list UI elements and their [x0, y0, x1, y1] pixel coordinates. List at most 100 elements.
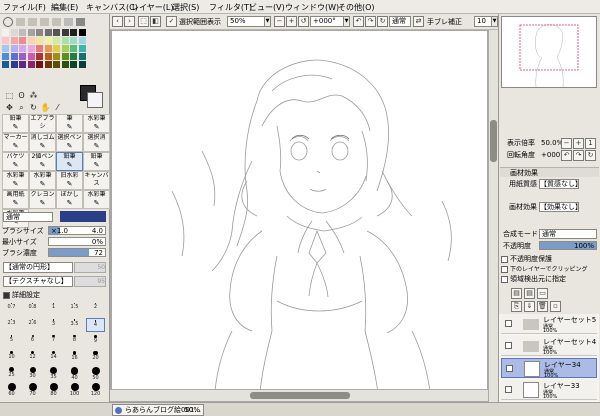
- color-swatch[interactable]: [61, 53, 69, 60]
- brush-tool-1[interactable]: エアブラシ✎: [29, 114, 56, 133]
- chevron-down-icon[interactable]: ▼: [264, 16, 271, 27]
- chevron-down-icon[interactable]: ▼: [343, 16, 350, 27]
- color-swatch[interactable]: [70, 37, 77, 44]
- navigator-preview[interactable]: [501, 16, 597, 88]
- color-swatch[interactable]: [44, 37, 52, 44]
- brush-size-preset[interactable]: 14: [44, 350, 63, 364]
- menu-layer[interactable]: レイヤー(L): [131, 2, 173, 13]
- scroll-thumb[interactable]: [250, 392, 350, 399]
- rotation-select[interactable]: +000°: [310, 16, 344, 27]
- brush-size-preset[interactable]: 8: [65, 334, 84, 348]
- color-swatch[interactable]: [19, 37, 26, 44]
- brush-size-preset[interactable]: 0.8: [23, 302, 42, 316]
- brush-tool-11[interactable]: 鉛筆 ✎: [83, 152, 110, 171]
- brush-size-preset[interactable]: 0.7: [2, 302, 21, 316]
- spec-source-checkbox[interactable]: [501, 275, 508, 283]
- color-tab-icon[interactable]: [40, 18, 49, 26]
- paper-quality-select[interactable]: 【質感なし】: [539, 179, 582, 189]
- secondary-color[interactable]: [87, 92, 103, 108]
- layer-item[interactable]: レイヤーセット5 通常 100%: [501, 314, 597, 334]
- color-swatch[interactable]: [44, 61, 52, 68]
- color-swatch[interactable]: [78, 45, 86, 52]
- color-swatch[interactable]: [27, 37, 35, 44]
- brush-size-preset[interactable]: 20: [86, 350, 105, 364]
- color-swatch[interactable]: [10, 37, 18, 44]
- paper-effect-section[interactable]: 画材効果: [500, 167, 599, 177]
- color-swatch[interactable]: [2, 29, 9, 36]
- zoom-reset-icon[interactable]: ↺: [298, 16, 309, 27]
- clip-row[interactable]: 下のレイヤーでクリッピング: [501, 264, 597, 274]
- brush-tool-16[interactable]: 画用紙 ✎: [2, 190, 29, 209]
- brush-tool-4[interactable]: マーカー ✎: [2, 133, 29, 152]
- color-tab-icon[interactable]: [64, 18, 73, 26]
- color-swatch[interactable]: [61, 37, 69, 44]
- brush-size-preset[interactable]: 12: [23, 350, 42, 364]
- rotate-left-icon[interactable]: ↶: [353, 16, 364, 27]
- color-swatch[interactable]: [19, 29, 26, 36]
- brush-size-preset[interactable]: 3.5: [65, 318, 84, 332]
- menu-window[interactable]: ウィンドウ(W): [285, 2, 339, 13]
- color-swatch[interactable]: [27, 61, 35, 68]
- color-swatch[interactable]: [61, 45, 69, 52]
- layer-item[interactable]: レイヤー34 通常 100%: [501, 358, 597, 379]
- brush-size-preset[interactable]: 80: [44, 382, 63, 397]
- brush-size-preset[interactable]: 2.3: [2, 318, 21, 332]
- brush-shape-select[interactable]: 【通常の円形】: [3, 262, 73, 273]
- zoom-in-icon[interactable]: +: [573, 138, 584, 149]
- flip-icon[interactable]: ⇄: [413, 16, 424, 27]
- color-swatch[interactable]: [44, 53, 52, 60]
- brush-size-preset[interactable]: 16: [65, 350, 84, 364]
- spec-source-row[interactable]: 領域検出元に指定: [501, 274, 597, 284]
- brush-tool-13[interactable]: 水彩筆 ✎: [29, 171, 56, 190]
- color-tab-icon[interactable]: [76, 18, 85, 26]
- brush-tool-14[interactable]: 旧水彩 ✎: [56, 171, 83, 190]
- layer-visibility-checkbox[interactable]: [506, 365, 513, 372]
- brush-size-preset[interactable]: 6: [23, 334, 42, 348]
- color-swatch[interactable]: [2, 53, 9, 60]
- density-slider[interactable]: 72: [48, 248, 106, 257]
- copy-layer-icon[interactable]: ⎘: [511, 301, 522, 312]
- zoom-select[interactable]: 50%: [227, 16, 265, 27]
- rotate-icon[interactable]: ↻: [28, 102, 39, 113]
- color-swatch[interactable]: [10, 45, 18, 52]
- color-swatch[interactable]: [53, 61, 60, 68]
- layer-item[interactable]: レイヤー33 通常 100%: [501, 380, 597, 400]
- canvas-paper[interactable]: [112, 31, 487, 394]
- brush-tool-9[interactable]: 2値ペン ✎: [29, 152, 56, 171]
- back-icon[interactable]: ‹: [112, 16, 123, 27]
- folder-icon[interactable]: ▭: [537, 288, 548, 299]
- rotate-left-icon[interactable]: ↶: [561, 150, 572, 161]
- brush-tool-3[interactable]: 水彩筆 ✎: [83, 114, 110, 133]
- color-swatch[interactable]: [10, 29, 18, 36]
- color-swatch[interactable]: [36, 45, 43, 52]
- zoom-out-icon[interactable]: −: [274, 16, 285, 27]
- clear-layer-icon[interactable]: ▫: [550, 301, 561, 312]
- menu-select[interactable]: 選択(S): [172, 2, 199, 13]
- brush-size-preset[interactable]: 70: [23, 382, 42, 397]
- brush-size-preset[interactable]: 35: [44, 366, 63, 380]
- brush-tool-7[interactable]: 選択消 ✎: [83, 133, 110, 152]
- color-swatch[interactable]: [2, 45, 9, 52]
- brush-tool-17[interactable]: クレヨン ✎: [29, 190, 56, 209]
- color-swatch[interactable]: [44, 29, 52, 36]
- layer-visibility-checkbox[interactable]: [505, 342, 512, 349]
- brush-tool-12[interactable]: 水彩筆 ✎: [2, 171, 29, 190]
- color-swatch[interactable]: [78, 61, 86, 68]
- zoom-out-icon[interactable]: −: [561, 138, 572, 149]
- color-swatch[interactable]: [78, 37, 86, 44]
- canvas-area[interactable]: [110, 30, 488, 402]
- texture-strength[interactable]: 95: [74, 276, 106, 287]
- texture-select[interactable]: 【テクスチャなし】: [3, 276, 73, 287]
- brush-size-preset[interactable]: 2.6: [23, 318, 42, 332]
- zoom-reset-icon[interactable]: 1: [585, 138, 596, 149]
- color-swatch[interactable]: [53, 29, 60, 36]
- move-icon[interactable]: ✥: [4, 102, 15, 113]
- color-tab-icon[interactable]: [28, 18, 37, 26]
- color-swatch[interactable]: [10, 53, 18, 60]
- rotate-right-icon[interactable]: ↷: [365, 16, 376, 27]
- color-swatch[interactable]: [10, 61, 18, 68]
- brush-size-preset[interactable]: 3: [44, 318, 63, 332]
- new-layer-icon[interactable]: ▤: [511, 288, 522, 299]
- zoom-in-icon[interactable]: +: [286, 16, 297, 27]
- color-swatch[interactable]: [53, 45, 60, 52]
